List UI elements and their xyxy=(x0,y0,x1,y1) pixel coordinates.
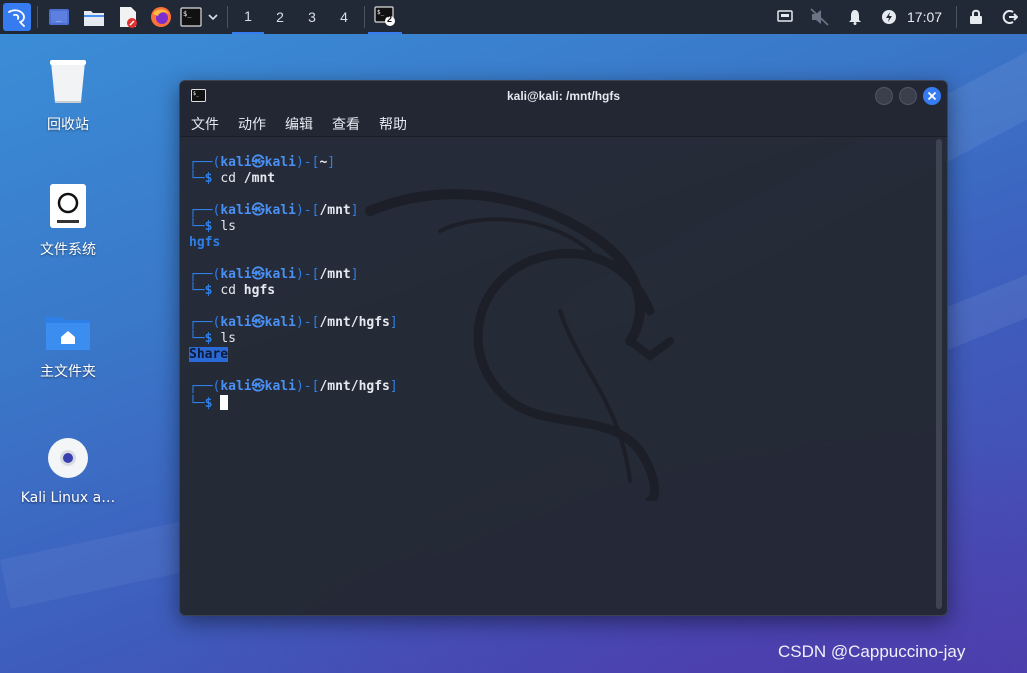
prompt-host: kali xyxy=(264,379,296,394)
text-editor-icon[interactable] xyxy=(114,3,142,31)
workspace-3[interactable]: 3 xyxy=(296,0,328,34)
prompt-path: /mnt xyxy=(319,267,351,282)
menu-view[interactable]: 查看 xyxy=(329,114,363,134)
prompt-path: /mnt xyxy=(319,203,351,218)
prompt-at-icon: ㉿ xyxy=(251,267,265,282)
prompt-line: ┌──(kali㉿kali)-[/mnt/hgfs] xyxy=(189,379,398,394)
prompt-user: kali xyxy=(220,267,252,282)
prompt-symbol: $ xyxy=(204,331,213,346)
workspace-4[interactable]: 4 xyxy=(328,0,360,34)
file-manager-icon[interactable] xyxy=(80,3,108,31)
prompt-user: kali xyxy=(220,155,252,170)
command-line: └─$ ls xyxy=(189,219,236,234)
scrollbar[interactable] xyxy=(936,139,942,609)
notification-bell-icon[interactable] xyxy=(844,3,866,31)
prompt-host: kali xyxy=(264,267,296,282)
desktop-icon-kali-disc[interactable]: Kali Linux a… xyxy=(8,436,128,506)
csdn-watermark: CSDN @Cappuccino-jay xyxy=(778,642,966,661)
text-cursor xyxy=(220,395,229,410)
terminal-window: $_ kali@kali: /mnt/hgfs 文件 动作 编辑 查看 帮助 ┌… xyxy=(179,80,948,616)
prompt-line: ┌──(kali㉿kali)-[/mnt/hgfs] xyxy=(189,315,398,330)
prompt-user: kali xyxy=(220,203,252,218)
command-arg: /mnt xyxy=(243,171,276,186)
command-name: cd xyxy=(220,283,236,298)
prompt-at-icon: ㉿ xyxy=(251,379,265,394)
prompt-path: /mnt/hgfs xyxy=(319,379,390,394)
trash-icon xyxy=(8,58,128,108)
command-name: ls xyxy=(220,219,236,234)
clock[interactable]: 17:07 xyxy=(907,0,942,34)
prompt-host: kali xyxy=(264,315,296,330)
desktop-icon[interactable]: ... xyxy=(45,3,73,31)
close-icon xyxy=(927,91,937,101)
desktop-icon-label: 文件系统 xyxy=(40,242,96,258)
menu-file[interactable]: 文件 xyxy=(188,114,222,134)
lock-icon[interactable] xyxy=(965,3,987,31)
output-entry[interactable]: Share xyxy=(189,347,229,362)
network-icon[interactable] xyxy=(774,3,796,31)
taskbar-terminal-window[interactable]: $_ 2 xyxy=(368,0,402,34)
filesystem-icon xyxy=(8,183,128,233)
terminal-window-count-badge: 2 xyxy=(387,14,393,24)
prompt-host: kali xyxy=(264,155,296,170)
terminal-icon[interactable]: $_ xyxy=(179,3,203,31)
prompt-path: /mnt/hgfs xyxy=(319,315,390,330)
svg-text:...: ... xyxy=(56,17,62,24)
prompt-at-icon: ㉿ xyxy=(251,203,265,218)
taskbar: ... $_ 1 2 3 4 $_ 2 17:07 xyxy=(0,0,1027,34)
menu-edit[interactable]: 编辑 xyxy=(282,114,316,134)
menu-help[interactable]: 帮助 xyxy=(376,114,410,134)
command-name: cd xyxy=(220,171,236,186)
chevron-down-icon[interactable] xyxy=(205,3,221,31)
prompt-user: kali xyxy=(220,379,252,394)
desktop-icon-label: 主文件夹 xyxy=(40,364,96,380)
command-line: └─$ xyxy=(189,395,940,411)
command-output: Share xyxy=(189,347,940,363)
prompt-line: ┌──(kali㉿kali)-[~] xyxy=(189,155,336,170)
prompt-host: kali xyxy=(264,203,296,218)
window-title: kali@kali: /mnt/hgfs xyxy=(506,89,621,103)
terminal-output[interactable]: ┌──(kali㉿kali)-[~] └─$ cd /mnt ┌──(kali㉿ka… xyxy=(180,138,940,615)
prompt-at-icon: ㉿ xyxy=(251,155,265,170)
svg-text:$_: $_ xyxy=(377,9,385,16)
desktop-icon-trash[interactable]: 回收站 xyxy=(8,58,128,134)
desktop-icon-label: Kali Linux a… xyxy=(20,490,116,506)
volume-muted-icon[interactable] xyxy=(808,3,832,31)
prompt-user: kali xyxy=(220,315,252,330)
window-titlebar[interactable]: $_ kali@kali: /mnt/hgfs xyxy=(180,81,947,111)
command-output: hgfs xyxy=(189,235,940,251)
command-line: └─$ ls xyxy=(189,331,236,346)
desktop-icon-home[interactable]: 主文件夹 xyxy=(8,313,128,381)
maximize-button[interactable] xyxy=(899,87,917,105)
home-folder-icon xyxy=(8,313,128,355)
power-manager-icon[interactable] xyxy=(878,3,900,31)
close-button[interactable] xyxy=(923,87,941,105)
prompt-symbol: $ xyxy=(204,171,213,186)
menubar: 文件 动作 编辑 查看 帮助 xyxy=(180,111,947,137)
command-name: ls xyxy=(220,331,236,346)
prompt-symbol: $ xyxy=(204,219,213,234)
desktop-icon-filesystem[interactable]: 文件系统 xyxy=(8,183,128,259)
firefox-icon[interactable] xyxy=(147,3,175,31)
workspace-1[interactable]: 1 xyxy=(232,0,264,34)
output-entry[interactable]: hgfs xyxy=(189,235,220,250)
svg-text:$_: $_ xyxy=(183,10,192,18)
kali-menu-icon[interactable] xyxy=(3,3,31,31)
minimize-button[interactable] xyxy=(875,87,893,105)
prompt-at-icon: ㉿ xyxy=(251,315,265,330)
optical-disc-icon xyxy=(8,436,128,484)
prompt-symbol: $ xyxy=(204,396,213,411)
desktop-icon-label: 回收站 xyxy=(47,117,89,133)
command-line: └─$ cd /mnt xyxy=(189,171,276,186)
prompt-line: ┌──(kali㉿kali)-[/mnt] xyxy=(189,203,359,218)
prompt-line: ┌──(kali㉿kali)-[/mnt] xyxy=(189,267,359,282)
prompt-symbol: $ xyxy=(204,283,213,298)
workspace-2[interactable]: 2 xyxy=(264,0,296,34)
logout-icon[interactable] xyxy=(999,3,1021,31)
command-arg: hgfs xyxy=(243,283,276,298)
menu-actions[interactable]: 动作 xyxy=(235,114,269,134)
command-line: └─$ cd hgfs xyxy=(189,283,276,298)
